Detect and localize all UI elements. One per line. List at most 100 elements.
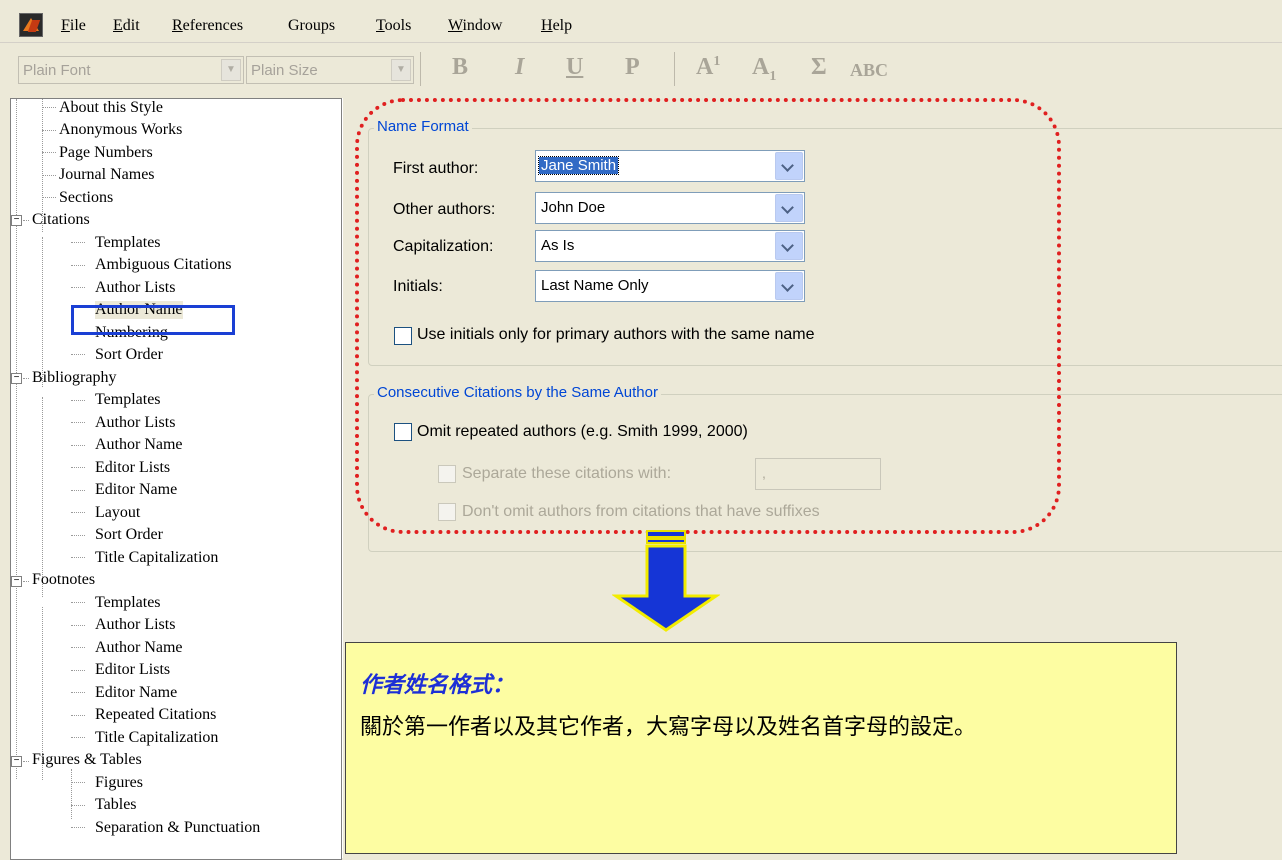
- tree-item-ambiguous-citations[interactable]: Ambiguous Citations: [95, 256, 231, 274]
- tree-connector: [71, 805, 85, 806]
- tree-item-bib-author-name[interactable]: Author Name: [95, 436, 183, 454]
- menu-edit[interactable]: Edit: [113, 17, 140, 35]
- tree-connector: [71, 287, 85, 288]
- tree-item-citations-sort-order[interactable]: Sort Order: [95, 346, 163, 364]
- chevron-down-icon: [775, 272, 803, 300]
- menu-window[interactable]: Window: [448, 17, 502, 35]
- tree-item-bib-templates[interactable]: Templates: [95, 391, 161, 409]
- tree-item-tables[interactable]: Tables: [95, 796, 137, 814]
- omit-repeated-checkbox[interactable]: [394, 423, 412, 441]
- subscript-mark: 1: [769, 68, 777, 84]
- tree-item-fn-author-lists[interactable]: Author Lists: [95, 616, 175, 634]
- tree-connector: [71, 490, 85, 491]
- collapse-icon[interactable]: −: [11, 215, 22, 226]
- app-logo-icon[interactable]: [19, 13, 43, 37]
- tree-connector: [71, 512, 85, 513]
- note-body: 關於第一作者以及其它作者，大寫字母以及姓名首字母的設定。: [360, 715, 977, 740]
- tree-connector: [23, 220, 29, 221]
- tree-item-citations-numbering[interactable]: Numbering: [95, 324, 168, 342]
- tree-connector: [42, 175, 56, 176]
- dont-omit-checkbox[interactable]: [438, 503, 456, 521]
- collapse-icon[interactable]: −: [11, 576, 22, 587]
- tree-item-sections[interactable]: Sections: [59, 189, 113, 207]
- tree-item-separation-punctuation[interactable]: Separation & Punctuation: [95, 819, 260, 837]
- tree-item-bib-sort-order[interactable]: Sort Order: [95, 526, 163, 544]
- first-author-value: Jane Smith: [537, 156, 620, 175]
- other-authors-label: Other authors:: [393, 201, 496, 218]
- tree-connector: [71, 242, 85, 243]
- tree-item-citations-author-lists[interactable]: Author Lists: [95, 279, 175, 297]
- first-author-select[interactable]: Jane Smith: [535, 150, 805, 182]
- menu-bar: File Edit References Groups Tools Window…: [0, 0, 1282, 43]
- other-authors-select[interactable]: John Doe: [535, 192, 805, 224]
- tree-item-citations-templates[interactable]: Templates: [95, 234, 161, 252]
- tree-item-citations[interactable]: Citations: [32, 211, 90, 229]
- first-author-label: First author:: [393, 160, 479, 177]
- menu-references[interactable]: References: [172, 17, 243, 35]
- separate-citations-checkbox[interactable]: [438, 465, 456, 483]
- tree-item-figures-tables[interactable]: Figures & Tables: [32, 751, 142, 769]
- collapse-icon[interactable]: −: [11, 756, 22, 767]
- tree-item-fn-editor-lists[interactable]: Editor Lists: [95, 661, 170, 679]
- initials-label: Initials:: [393, 278, 443, 295]
- initials-select[interactable]: Last Name Only: [535, 270, 805, 302]
- chevron-down-icon: [775, 232, 803, 260]
- superscript-button[interactable]: A1: [696, 54, 720, 81]
- tree-connector: [42, 197, 56, 198]
- collapse-icon[interactable]: −: [11, 373, 22, 384]
- tree-item-footnotes[interactable]: Footnotes: [32, 571, 95, 589]
- superscript-base: A: [696, 54, 714, 80]
- use-initials-checkbox[interactable]: [394, 327, 412, 345]
- tree-connector: [42, 130, 56, 131]
- tree-connector: [71, 737, 85, 738]
- tree-connector: [71, 670, 85, 671]
- smallcaps-button[interactable]: ABC: [850, 60, 888, 81]
- tree-item-bibliography[interactable]: Bibliography: [32, 369, 116, 387]
- font-select-value: Plain Font: [23, 62, 91, 79]
- subscript-base: A: [752, 54, 770, 80]
- tree-connector: [42, 397, 43, 597]
- tree-item-bib-author-lists[interactable]: Author Lists: [95, 414, 175, 432]
- consecutive-citations-title: Consecutive Citations by the Same Author: [374, 384, 661, 401]
- menu-file[interactable]: File: [61, 17, 86, 35]
- tree-item-bib-editor-name[interactable]: Editor Name: [95, 481, 177, 499]
- tree-item-citations-author-name[interactable]: Author Name: [95, 301, 183, 319]
- chevron-down-icon: [775, 152, 803, 180]
- tree-item-fn-editor-name[interactable]: Editor Name: [95, 684, 177, 702]
- tree-item-bib-editor-lists[interactable]: Editor Lists: [95, 459, 170, 477]
- tree-connector: [23, 761, 29, 762]
- subscript-button[interactable]: A1: [752, 54, 776, 85]
- tree-connector: [71, 625, 85, 626]
- tree-connector: [71, 535, 85, 536]
- tree-item-about[interactable]: About this Style: [59, 99, 163, 117]
- menu-tools[interactable]: Tools: [376, 17, 411, 35]
- tree-item-page-numbers[interactable]: Page Numbers: [59, 144, 153, 162]
- tree-item-figures[interactable]: Figures: [95, 774, 143, 792]
- tree-item-bib-layout[interactable]: Layout: [95, 504, 140, 522]
- font-select[interactable]: Plain Font ▼: [18, 56, 244, 84]
- chevron-down-icon: [775, 194, 803, 222]
- tree-item-fn-repeated-citations[interactable]: Repeated Citations: [95, 706, 216, 724]
- tree-item-bib-title-capitalization[interactable]: Title Capitalization: [95, 549, 218, 567]
- menu-groups[interactable]: Groups: [288, 17, 335, 35]
- tree-item-journal-names[interactable]: Journal Names: [59, 166, 155, 184]
- tree-connector: [71, 602, 85, 603]
- capitalization-select[interactable]: As Is: [535, 230, 805, 262]
- tree-item-anonymous-works[interactable]: Anonymous Works: [59, 121, 182, 139]
- style-section-tree[interactable]: About this Style Anonymous Works Page Nu…: [10, 98, 342, 860]
- tree-item-fn-title-capitalization[interactable]: Title Capitalization: [95, 729, 218, 747]
- separator-input[interactable]: ,: [755, 458, 881, 490]
- menu-help[interactable]: Help: [541, 17, 572, 35]
- name-format-title: Name Format: [374, 118, 472, 135]
- underline-button[interactable]: U: [566, 54, 583, 81]
- plain-button[interactable]: P: [625, 54, 640, 81]
- tree-item-fn-templates[interactable]: Templates: [95, 594, 161, 612]
- tree-item-fn-author-name[interactable]: Author Name: [95, 639, 183, 657]
- italic-button[interactable]: I: [515, 54, 524, 81]
- size-select[interactable]: Plain Size ▼: [246, 56, 414, 84]
- symbol-button[interactable]: Σ: [811, 54, 827, 81]
- tree-connector: [42, 152, 56, 153]
- bold-button[interactable]: B: [452, 54, 468, 81]
- initials-value: Last Name Only: [541, 277, 649, 294]
- capitalization-value: As Is: [541, 237, 575, 254]
